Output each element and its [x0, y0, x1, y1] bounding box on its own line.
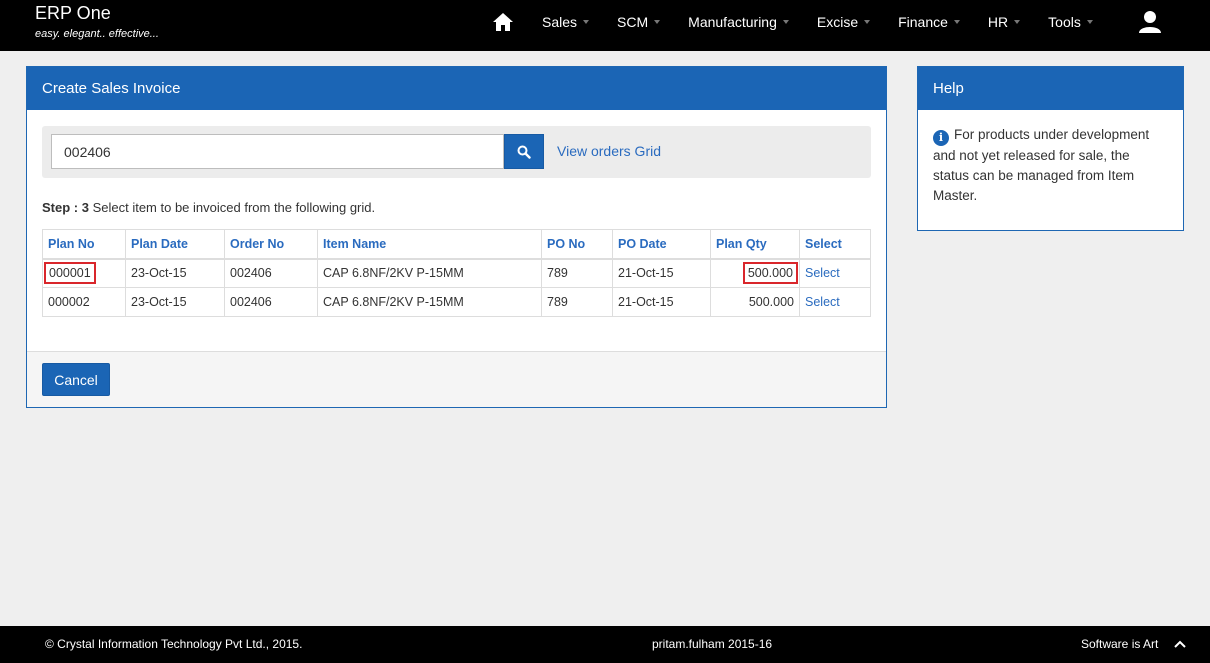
table-row: 000002 23-Oct-15 002406 CAP 6.8NF/2KV P-…	[42, 287, 871, 317]
cell-select: Select	[799, 258, 871, 288]
user-icon[interactable]	[1136, 8, 1164, 36]
search-icon	[517, 145, 531, 159]
search-bar: View orders Grid	[42, 126, 871, 178]
brand[interactable]: ERP One easy. elegant.. effective...	[35, 3, 159, 40]
nav-excise-label: Excise	[816, 14, 859, 30]
col-plan-qty[interactable]: Plan Qty	[710, 229, 800, 260]
plan-grid: Plan No Plan Date Order No Item Name PO …	[42, 229, 871, 317]
cell-po-no: 789	[541, 287, 613, 317]
nav-excise[interactable]: Excise	[803, 0, 884, 44]
home-icon[interactable]	[478, 0, 528, 44]
select-link[interactable]: Select	[805, 295, 840, 309]
brand-title: ERP One	[35, 3, 111, 23]
nav-manufacturing[interactable]: Manufacturing	[674, 0, 803, 44]
caret-down-icon	[1086, 20, 1093, 24]
caret-down-icon	[583, 20, 590, 24]
brand-tagline: easy. elegant.. effective...	[35, 28, 159, 40]
table-row: 000001 23-Oct-15 002406 CAP 6.8NF/2KV P-…	[42, 258, 871, 288]
cell-po-no: 789	[541, 258, 613, 288]
search-button[interactable]	[504, 134, 544, 169]
col-item-name[interactable]: Item Name	[317, 229, 542, 260]
nav-sales[interactable]: Sales	[528, 0, 603, 44]
nav-finance-label: Finance	[898, 14, 948, 30]
col-po-date[interactable]: PO Date	[612, 229, 711, 260]
select-link[interactable]: Select	[805, 266, 840, 280]
caret-down-icon	[654, 20, 661, 24]
cell-order-no: 002406	[224, 287, 318, 317]
cell-plan-no: 000002	[42, 287, 126, 317]
col-order-no[interactable]: Order No	[224, 229, 318, 260]
page-footer: © Crystal Information Technology Pvt Ltd…	[0, 626, 1210, 663]
cell-plan-date: 23-Oct-15	[125, 258, 225, 288]
step-number: Step : 3	[42, 200, 89, 215]
nav-hr-label: HR	[987, 14, 1009, 30]
order-search-input[interactable]	[51, 134, 504, 169]
cell-item-name: CAP 6.8NF/2KV P-15MM	[317, 287, 542, 317]
cell-plan-no: 000001	[42, 258, 126, 288]
copyright-text: © Crystal Information Technology Pvt Ltd…	[45, 637, 303, 651]
info-icon: i	[933, 130, 949, 146]
nav-sales-label: Sales	[542, 14, 578, 30]
nav-hr[interactable]: HR	[974, 0, 1034, 44]
caret-down-icon	[953, 20, 960, 24]
view-orders-grid-link[interactable]: View orders Grid	[557, 143, 661, 159]
cell-plan-qty: 500.000	[710, 287, 800, 317]
nav-manufacturing-label: Manufacturing	[688, 14, 777, 30]
cell-plan-qty: 500.000	[710, 258, 800, 288]
col-po-no[interactable]: PO No	[541, 229, 613, 260]
col-select: Select	[799, 229, 871, 260]
footer-slogan: Software is Art	[1081, 637, 1159, 651]
cell-select: Select	[799, 287, 871, 317]
cell-item-name: CAP 6.8NF/2KV P-15MM	[317, 258, 542, 288]
step-text: Select item to be invoiced from the foll…	[88, 200, 376, 215]
main-nav: Sales SCM Manufacturing Excise Finance H…	[478, 0, 1107, 44]
caret-down-icon	[1014, 20, 1021, 24]
panel-title: Create Sales Invoice	[27, 67, 886, 110]
nav-scm[interactable]: SCM	[603, 0, 674, 44]
help-title: Help	[918, 67, 1183, 110]
cell-po-date: 21-Oct-15	[612, 258, 711, 288]
create-sales-invoice-panel: Create Sales Invoice View orders Grid St…	[26, 66, 887, 408]
step-instruction: Step : 3 Select item to be invoiced from…	[42, 200, 375, 215]
help-panel: Help i For products under development and…	[917, 66, 1184, 231]
help-text: For products under development and not y…	[933, 127, 1150, 203]
panel-footer: Cancel	[27, 351, 886, 407]
session-user-text: pritam.fulham 2015-16	[652, 637, 773, 651]
highlighted-plan-no: 000001	[44, 262, 96, 285]
chevron-up-icon[interactable]	[1173, 638, 1187, 650]
caret-down-icon	[782, 20, 789, 24]
nav-scm-label: SCM	[617, 14, 649, 30]
caret-down-icon	[864, 20, 871, 24]
cancel-button[interactable]: Cancel	[42, 363, 110, 396]
col-plan-date[interactable]: Plan Date	[125, 229, 225, 260]
cell-po-date: 21-Oct-15	[612, 287, 711, 317]
cell-order-no: 002406	[224, 258, 318, 288]
cell-plan-date: 23-Oct-15	[125, 287, 225, 317]
nav-tools[interactable]: Tools	[1034, 0, 1107, 44]
highlighted-plan-qty: 500.000	[742, 262, 798, 285]
nav-tools-label: Tools	[1048, 14, 1081, 30]
nav-finance[interactable]: Finance	[884, 0, 974, 44]
grid-header-row: Plan No Plan Date Order No Item Name PO …	[42, 229, 871, 260]
top-navbar: ERP One easy. elegant.. effective... Sal…	[0, 0, 1210, 51]
help-body: i For products under development and not …	[918, 110, 1183, 206]
col-plan-no[interactable]: Plan No	[42, 229, 126, 260]
